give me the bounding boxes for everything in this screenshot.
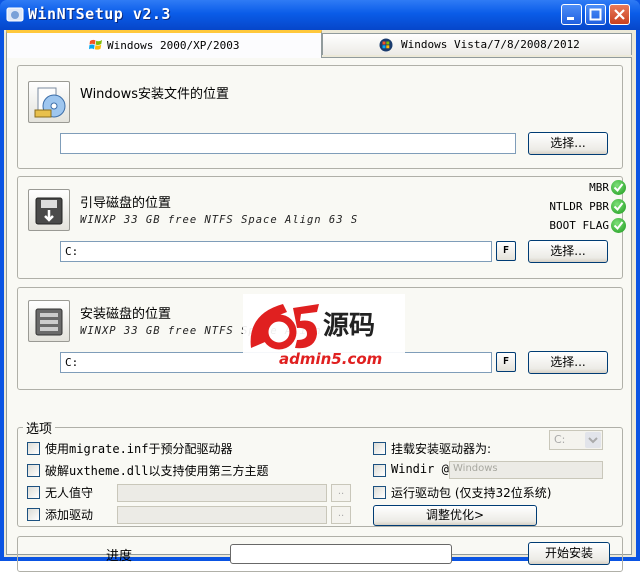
mount-drive-label: 挂载安装驱动器为: — [391, 442, 492, 456]
close-icon — [614, 9, 625, 20]
install-drive-choose-button[interactable]: 选择... — [528, 351, 608, 374]
app-window: WinNTSetup v2.3 Windows 2000/XP/2003 Win… — [0, 0, 640, 572]
minimize-button[interactable] — [561, 4, 582, 25]
tab-vista-label: Windows Vista/7/8/2008/2012 — [401, 38, 580, 51]
unattended-path-input[interactable] — [117, 484, 327, 502]
options-legend: 选项 — [23, 418, 56, 437]
add-drivers-browse-button[interactable]: .. — [331, 506, 351, 524]
install-source-path-input[interactable] — [60, 133, 516, 154]
install-source-group: Windows安装文件的位置 选择... — [17, 65, 623, 169]
window-title: WinNTSetup v2.3 — [28, 5, 171, 23]
boot-drive-f-button[interactable]: F — [496, 241, 516, 261]
boot-drive-choose-button[interactable]: 选择... — [528, 240, 608, 263]
status-ntldr-ok-icon — [611, 199, 626, 214]
unattended-browse-button[interactable]: .. — [331, 484, 351, 502]
migrate-checkbox[interactable] — [27, 442, 40, 455]
status-mbr-ok-icon — [611, 180, 626, 195]
windows-xp-logo-icon — [89, 39, 102, 50]
progress-bar — [230, 544, 452, 564]
unattended-label: 无人值守 — [45, 486, 94, 500]
install-drive-icon — [28, 300, 70, 342]
client-area: Windows 2000/XP/2003 Windows Vista/7/8/2… — [4, 30, 636, 572]
status-ntldr-label: NTLDR PBR — [549, 200, 609, 213]
app-icon — [6, 7, 24, 22]
status-mbr-label: MBR — [589, 181, 609, 194]
install-drive-f-button[interactable]: F — [496, 352, 516, 372]
uxtheme-label: 破解uxtheme.dll以支持使用第三方主题 — [45, 464, 269, 478]
tab-vista[interactable]: Windows Vista/7/8/2008/2012 — [322, 33, 632, 55]
uxtheme-checkbox[interactable] — [27, 464, 40, 477]
close-button[interactable] — [609, 4, 630, 25]
start-install-button[interactable]: 开始安装 — [528, 542, 610, 565]
install-files-icon — [28, 81, 70, 123]
maximize-icon — [589, 8, 602, 21]
boot-drive-info: WINXP 33 GB free NTFS Space Align 63 S — [80, 214, 359, 226]
tweaks-button[interactable]: 调整优化> — [373, 505, 537, 526]
add-drivers-path-input[interactable] — [117, 506, 327, 524]
run-driverpack-label: 运行驱动包 (仅支持32位系统) — [391, 486, 552, 500]
watermark-cn-text: 源码 — [323, 311, 375, 341]
tab-xp-label: Windows 2000/XP/2003 — [107, 39, 240, 52]
windir-input[interactable]: Windows — [449, 461, 603, 479]
maximize-button[interactable] — [585, 4, 606, 25]
mount-drive-checkbox[interactable] — [373, 442, 386, 455]
install-drive-title: 安装磁盘的位置 — [80, 307, 172, 322]
tab-panel: Windows安装文件的位置 选择... 引导磁盘的位置 WINXP 33 GB… — [6, 57, 632, 572]
windows-vista-orb-icon — [379, 38, 393, 52]
tab-xp[interactable]: Windows 2000/XP/2003 — [6, 30, 322, 58]
run-driverpack-checkbox[interactable] — [373, 486, 386, 499]
add-drivers-label: 添加驱动 — [45, 508, 94, 522]
boot-drive-title: 引导磁盘的位置 — [80, 196, 172, 211]
migrate-label: 使用migrate.inf于预分配驱动器 — [45, 442, 233, 456]
chevron-down-icon — [585, 432, 601, 448]
boot-drive-icon — [28, 189, 70, 231]
minimize-icon — [567, 17, 574, 20]
progress-label: 进度 — [106, 549, 133, 564]
unattended-checkbox[interactable] — [27, 486, 40, 499]
progress-group: 进度 开始安装 — [17, 536, 623, 572]
install-source-title: Windows安装文件的位置 — [80, 87, 230, 102]
boot-drive-path-input[interactable]: C: — [60, 241, 492, 262]
install-source-choose-button[interactable]: 选择... — [528, 132, 608, 155]
mount-drive-select[interactable]: C: — [549, 430, 603, 450]
status-bootflag-ok-icon — [611, 218, 626, 233]
boot-drive-group: 引导磁盘的位置 WINXP 33 GB free NTFS Space Alig… — [17, 176, 623, 279]
add-drivers-checkbox[interactable] — [27, 508, 40, 521]
windir-label: Windir @ — [391, 462, 449, 476]
mount-drive-value: C: — [554, 433, 566, 446]
windir-checkbox[interactable] — [373, 464, 386, 477]
status-bootflag-label: BOOT FLAG — [549, 219, 609, 232]
watermark-site-text: admin5.com — [279, 350, 382, 368]
admin5-watermark-logo: 源码 admin5.com — [243, 294, 405, 372]
title-bar[interactable]: WinNTSetup v2.3 — [0, 0, 640, 30]
